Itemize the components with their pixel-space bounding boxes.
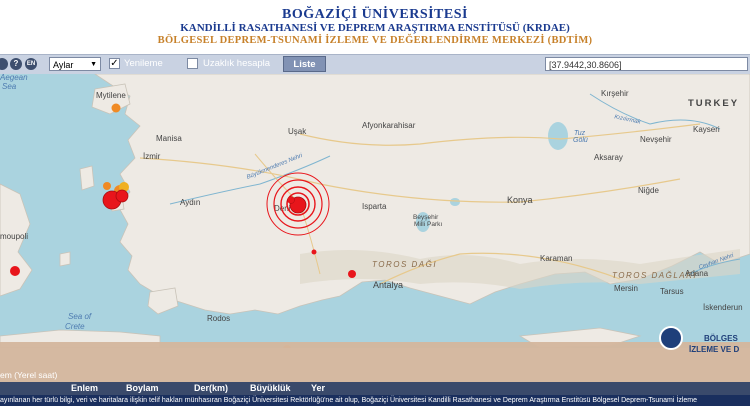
- zoom-icon[interactable]: [0, 58, 8, 70]
- university-title: BOĞAZİÇİ ÜNİVERSİTESİ: [282, 7, 468, 22]
- refresh-checkbox[interactable]: ✓: [109, 58, 120, 69]
- refresh-label: Yenileme: [124, 58, 163, 69]
- col-buyukluk: Büyüklük: [250, 383, 291, 393]
- bdtim-logo-icon: [659, 326, 683, 350]
- quake-marker: [103, 182, 111, 190]
- event-table-header: [0, 382, 750, 395]
- institute-title: KANDİLLİ RASATHANESİ VE DEPREM ARAŞTIRMA…: [180, 22, 570, 34]
- center-title: BÖLGESEL DEPREM-TSUNAMİ İZLEME VE DEĞERL…: [157, 35, 593, 46]
- quake-marker: [115, 189, 129, 203]
- map-toolbar: ? EN Aylar ▼ ✓ Yenileme Uzaklık hesapla …: [0, 54, 750, 75]
- copyright-footnote: ayınlanan her türlü bilgi, veri ve harit…: [0, 395, 750, 406]
- period-select-value: Aylar: [53, 60, 74, 70]
- col-boylam: Boylam: [126, 383, 159, 393]
- site-header: BOĞAZİÇİ ÜNİVERSİTESİ KANDİLLİ RASATHANE…: [0, 0, 750, 55]
- col-enlem: Enlem: [71, 383, 99, 393]
- distance-label: Uzaklık hesapla: [203, 58, 271, 69]
- period-select[interactable]: Aylar ▼: [49, 57, 101, 71]
- quake-marker: [348, 270, 356, 278]
- coordinate-readout: [37.9442,30.8606]: [545, 57, 748, 71]
- col-yer: Yer: [311, 383, 326, 393]
- list-button[interactable]: Liste: [283, 56, 326, 72]
- quake-marker: [10, 266, 20, 276]
- distance-checkbox[interactable]: [187, 58, 198, 69]
- help-icon[interactable]: ?: [10, 58, 22, 70]
- logo-text-2: İZLEME VE D: [689, 345, 740, 354]
- quake-marker: [287, 196, 295, 204]
- quake-marker: [311, 249, 317, 255]
- chevron-down-icon: ▼: [90, 61, 97, 68]
- logo-text-1: BÖLGES: [704, 334, 738, 343]
- quake-marker: [111, 103, 121, 113]
- time-note: em (Yerel saat): [0, 370, 58, 380]
- earthquake-map[interactable]: Aegean Sea Mytilene Manisa İzmir Aydın U…: [0, 74, 750, 348]
- earthquake-markers: [10, 103, 356, 348]
- col-derinlik: Der(km): [194, 383, 229, 393]
- language-icon[interactable]: EN: [25, 58, 37, 70]
